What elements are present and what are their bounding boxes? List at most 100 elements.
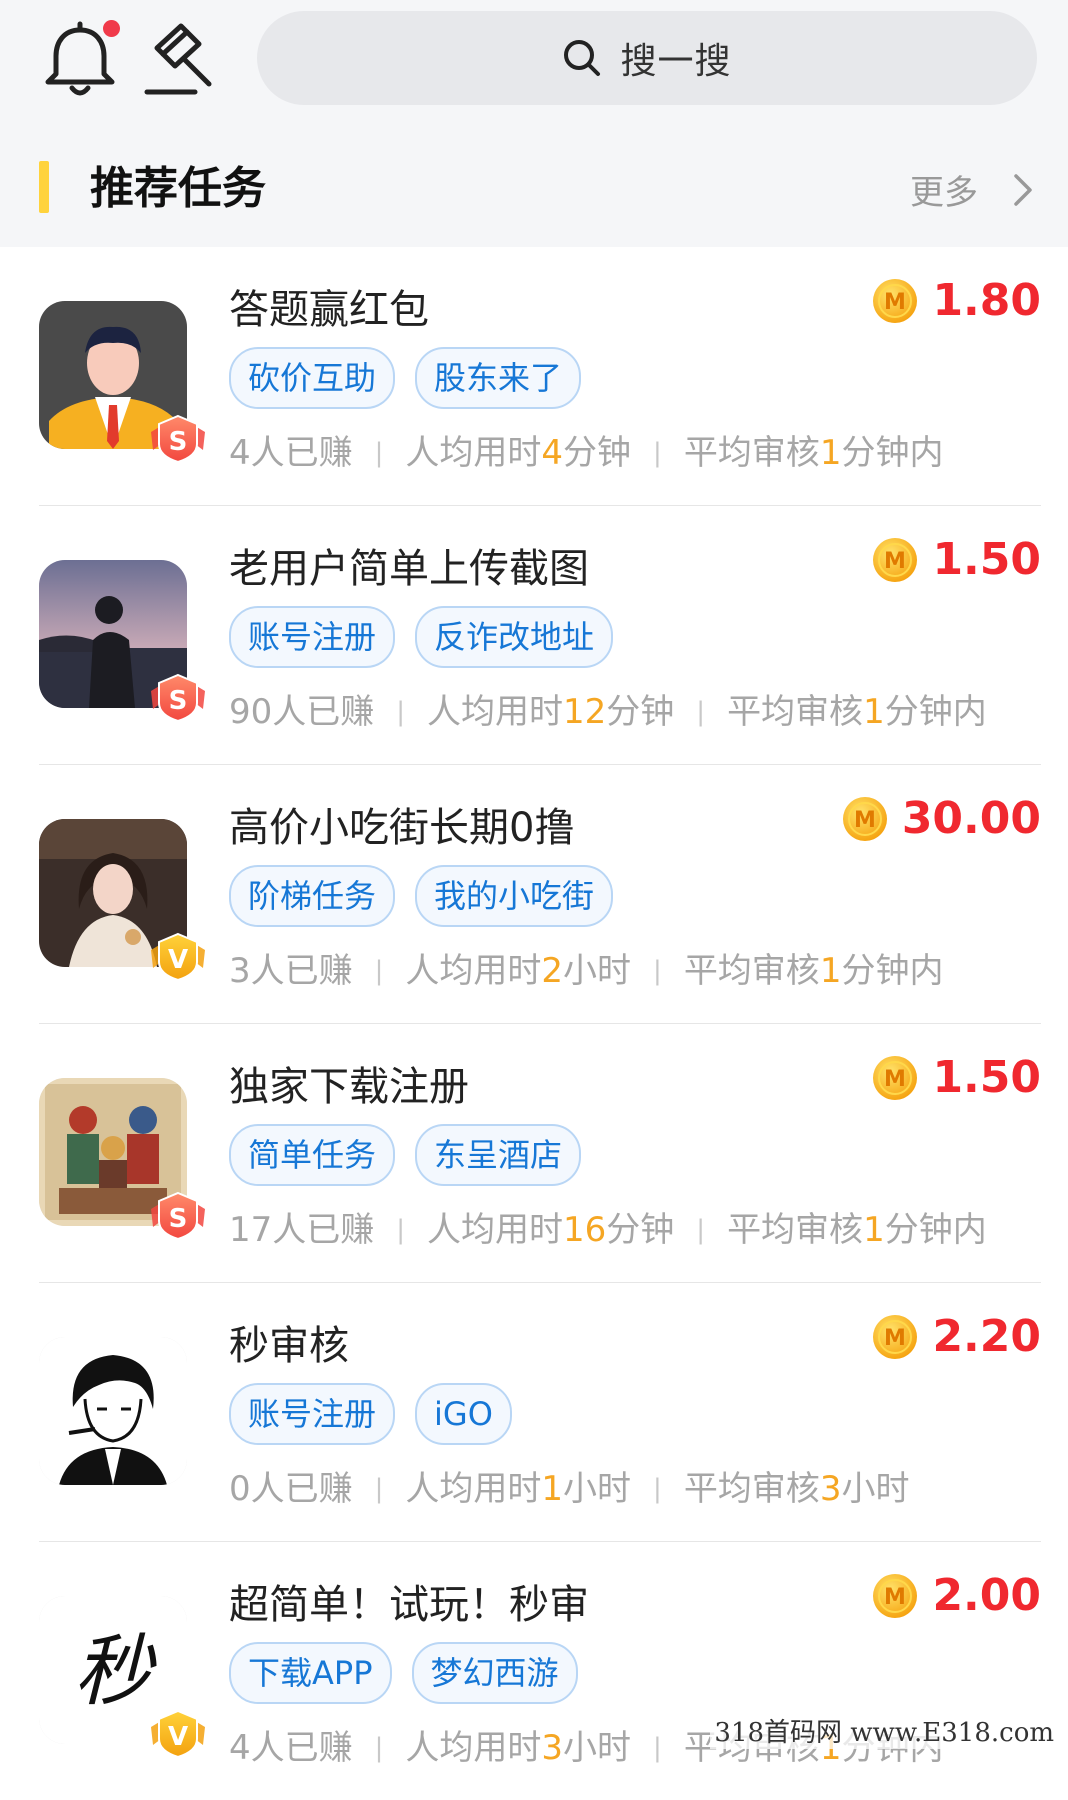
task-tag[interactable]: 我的小吃街 xyxy=(415,865,614,927)
stats-divider: | xyxy=(396,1215,406,1245)
task-item[interactable]: S 老用户简单上传截图 M 1.50 账号注册 反诈改地址 90人已赚 | 人均用时1… xyxy=(39,506,1041,765)
section-title: 推荐任务 xyxy=(90,163,266,214)
review-unit: 分钟内 xyxy=(884,1210,987,1250)
task-tag[interactable]: 简单任务 xyxy=(229,1124,396,1186)
chevron-right-icon[interactable] xyxy=(1008,170,1038,210)
badge-letter: S xyxy=(169,427,188,457)
coin-icon: M xyxy=(873,1055,918,1100)
task-tag[interactable]: iGO xyxy=(415,1383,512,1445)
task-item[interactable]: V 高价小吃街长期0撸 M 30.00 阶梯任务 我的小吃街 3人已赚 | 人均用时2… xyxy=(39,765,1041,1024)
stats-divider: | xyxy=(653,956,662,986)
task-title: 独家下载注册 xyxy=(229,1064,469,1110)
task-tag[interactable]: 账号注册 xyxy=(229,1383,396,1445)
task-item[interactable]: 秒审核 M 2.20 账号注册 iGO 0人已赚 | 人均用时1小时 | 平均审核3小时 xyxy=(39,1283,1041,1542)
stats-divider: | xyxy=(696,697,706,727)
task-tag[interactable]: 阶梯任务 xyxy=(229,865,396,927)
avg-time-value: 12 xyxy=(563,692,607,732)
earned-count: 3 xyxy=(229,951,251,991)
task-item[interactable]: S 答题赢红包 M 1.80 砍价互助 股东来了 4人已赚 | 人均用时4分钟 | 平均审… xyxy=(39,247,1041,506)
review-value: 1 xyxy=(863,1210,885,1250)
stats-divider: | xyxy=(374,1733,384,1763)
task-title: 老用户简单上传截图 xyxy=(229,546,589,592)
reward-amount: 2.00 xyxy=(932,1570,1041,1621)
coin-icon: M xyxy=(873,537,918,582)
task-item[interactable]: 秒 V 超简单！试玩！秒审 M 2.00 下载APP 梦幻西游 4人已赚 | 人均用时… xyxy=(39,1542,1041,1800)
task-stats: 90人已赚 | 人均用时12分钟 | 平均审核1分钟内 xyxy=(229,684,987,733)
task-title: 高价小吃街长期0撸 xyxy=(229,805,575,851)
task-tag[interactable]: 下载APP xyxy=(229,1642,392,1704)
task-tags: 简单任务 东呈酒店 xyxy=(229,1124,582,1186)
task-list: S 答题赢红包 M 1.80 砍价互助 股东来了 4人已赚 | 人均用时4分钟 | 平均审… xyxy=(0,247,1068,1800)
coin-letter: M xyxy=(884,1067,906,1092)
avg-time-value: 3 xyxy=(541,1728,564,1768)
badge-letter: V xyxy=(168,945,188,975)
search-placeholder: 搜一搜 xyxy=(620,41,732,82)
badge-letter: S xyxy=(169,1204,188,1234)
review-unit: 分钟内 xyxy=(884,692,987,732)
calligraphy-text: 秒 xyxy=(74,1627,157,1717)
task-tags: 下载APP 梦幻西游 xyxy=(229,1642,578,1704)
earned-label: 人已赚 xyxy=(272,1210,375,1250)
earned-label: 人已赚 xyxy=(272,692,375,732)
task-reward: M 1.80 xyxy=(872,275,1041,326)
task-stats: 17人已赚 | 人均用时16分钟 | 平均审核1分钟内 xyxy=(229,1202,987,1251)
reward-amount: 1.50 xyxy=(932,1052,1041,1103)
task-tag[interactable]: 东呈酒店 xyxy=(415,1124,582,1186)
review-label: 平均审核 xyxy=(727,692,864,732)
stats-divider: | xyxy=(653,1733,662,1763)
avg-time-value: 2 xyxy=(541,951,564,991)
reward-amount: 1.80 xyxy=(932,275,1041,326)
avg-time-label: 人均用时 xyxy=(405,1469,542,1509)
section-header: 推荐任务 更多 xyxy=(0,140,1068,245)
avg-time-value: 4 xyxy=(541,433,564,473)
task-stats: 4人已赚 | 人均用时4分钟 | 平均审核1分钟内 xyxy=(229,425,943,474)
coin-icon: M xyxy=(842,796,887,841)
review-unit: 分钟内 xyxy=(841,951,944,991)
task-tag[interactable]: 股东来了 xyxy=(415,347,582,409)
level-badge-icon: V xyxy=(151,932,205,982)
stats-divider: | xyxy=(696,1215,706,1245)
task-tags: 账号注册 iGO xyxy=(229,1383,512,1445)
search-bar[interactable]: 搜一搜 xyxy=(257,11,1037,105)
review-unit: 分钟内 xyxy=(841,433,944,473)
coin-icon: M xyxy=(873,1314,918,1359)
level-badge-icon: S xyxy=(151,673,205,723)
avg-time-unit: 分钟 xyxy=(606,1210,675,1250)
earned-label: 人已赚 xyxy=(250,1728,353,1768)
review-value: 1 xyxy=(819,433,842,473)
avg-time-unit: 小时 xyxy=(563,951,632,991)
avg-time-unit: 分钟 xyxy=(606,692,675,732)
task-stats: 0人已赚 | 人均用时1小时 | 平均审核3小时 xyxy=(229,1461,909,1510)
task-tag[interactable]: 反诈改地址 xyxy=(415,606,614,668)
search-icon xyxy=(564,40,601,76)
stats-divider: | xyxy=(374,438,384,468)
review-unit: 小时 xyxy=(841,1469,910,1509)
avg-time-label: 人均用时 xyxy=(427,692,564,732)
avg-time-label: 人均用时 xyxy=(405,433,542,473)
coin-letter: M xyxy=(884,549,906,574)
earned-count: 90 xyxy=(229,692,273,732)
avg-time-label: 人均用时 xyxy=(405,1728,542,1768)
stats-divider: | xyxy=(374,1474,384,1504)
task-item[interactable]: S 独家下载注册 M 1.50 简单任务 东呈酒店 17人已赚 | 人均用时16分钟 |… xyxy=(39,1024,1041,1283)
task-tag[interactable]: 梦幻西游 xyxy=(411,1642,578,1704)
reward-amount: 1.50 xyxy=(932,534,1041,585)
stats-divider: | xyxy=(653,438,662,468)
earned-label: 人已赚 xyxy=(250,1469,353,1509)
task-tag[interactable]: 账号注册 xyxy=(229,606,396,668)
more-link[interactable]: 更多 xyxy=(910,165,978,214)
earned-label: 人已赚 xyxy=(250,433,353,473)
task-tag[interactable]: 砍价互助 xyxy=(229,347,396,409)
sketch-man-avatar xyxy=(39,1337,187,1485)
avg-time-label: 人均用时 xyxy=(427,1210,564,1250)
reward-amount: 30.00 xyxy=(901,793,1041,844)
task-reward: M 2.00 xyxy=(872,1570,1041,1621)
task-reward: M 1.50 xyxy=(872,534,1041,585)
review-value: 3 xyxy=(819,1469,842,1509)
avg-time-value: 16 xyxy=(563,1210,607,1250)
avg-time-unit: 分钟 xyxy=(563,433,632,473)
task-tags: 账号注册 反诈改地址 xyxy=(229,606,614,668)
auction-hammer-icon[interactable] xyxy=(143,20,225,98)
earned-count: 17 xyxy=(229,1210,273,1250)
review-value: 1 xyxy=(819,951,842,991)
